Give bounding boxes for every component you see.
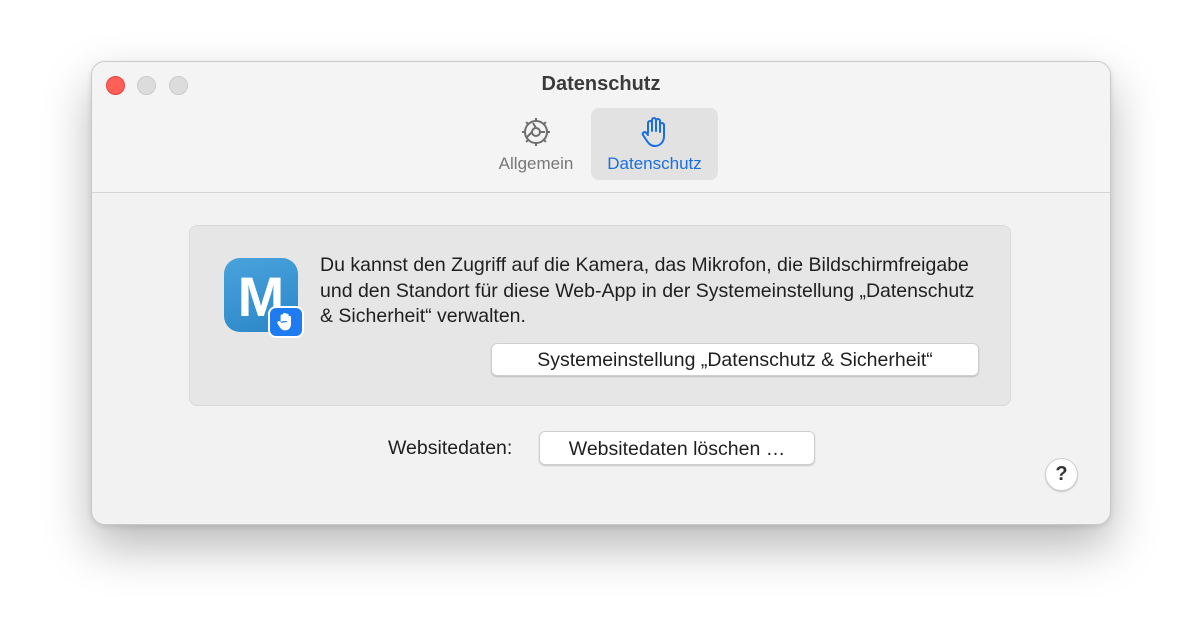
web-app-icon: M bbox=[224, 258, 304, 338]
tab-general-label: Allgemein bbox=[498, 154, 574, 173]
hand-icon bbox=[637, 114, 673, 150]
tab-privacy[interactable]: Datenschutz bbox=[591, 108, 718, 180]
help-button[interactable]: ? bbox=[1045, 458, 1078, 491]
settings-window: Datenschutz Allgemein Datenschutz M Du k… bbox=[91, 61, 1111, 525]
tab-privacy-label: Datenschutz bbox=[607, 154, 702, 173]
hand-badge-icon bbox=[268, 306, 304, 338]
privacy-message: Du kannst den Zugriff auf die Kamera, da… bbox=[320, 254, 975, 327]
clear-website-data-button[interactable]: Websitedaten löschen … bbox=[539, 431, 815, 465]
open-privacy-settings-button[interactable]: Systemeinstellung „Datenschutz & Sicherh… bbox=[491, 343, 979, 376]
privacy-info-panel: M Du kannst den Zugriff auf die Kamera, … bbox=[189, 225, 1011, 406]
gear-icon bbox=[518, 114, 554, 150]
toolbar: Datenschutz Allgemein Datenschutz bbox=[92, 62, 1110, 193]
window-title: Datenschutz bbox=[541, 73, 661, 95]
website-data-label: Websitedaten: bbox=[388, 437, 513, 459]
tab-general[interactable]: Allgemein bbox=[486, 108, 586, 180]
